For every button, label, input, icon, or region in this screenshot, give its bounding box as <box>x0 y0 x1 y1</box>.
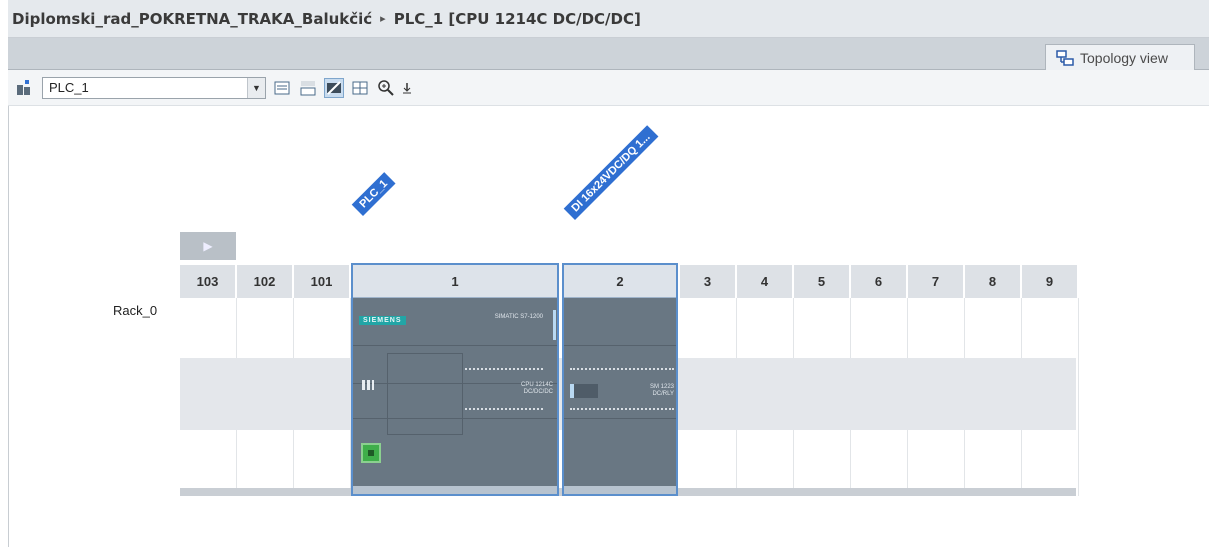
io-faceplate: SM 1223 DC/RLY <box>564 298 676 486</box>
breadcrumb-separator: ▸ <box>380 12 386 25</box>
plc-series-label: SIMATIC S7-1200 <box>494 314 543 320</box>
view-tab-strip: Topology view <box>8 38 1209 70</box>
slot-header-5[interactable]: 5 <box>794 265 851 298</box>
tab-topology-label: Topology view <box>1080 49 1168 66</box>
device-select[interactable]: PLC_1 ▼ <box>42 76 266 99</box>
properties-icon[interactable] <box>272 78 292 98</box>
device-select-value: PLC_1 <box>49 80 89 95</box>
slot-header-9[interactable]: 9 <box>1022 265 1079 298</box>
show-names-icon[interactable] <box>298 78 318 98</box>
plc-input-leds <box>465 368 543 371</box>
expand-rack-button[interactable]: ▶ <box>180 232 236 260</box>
slot-header-4[interactable]: 4 <box>737 265 794 298</box>
plc-memory-card-slot <box>387 353 463 435</box>
table-icon[interactable] <box>350 78 370 98</box>
slot-header-7[interactable]: 7 <box>908 265 965 298</box>
arrow-right-icon: ▶ <box>203 239 213 253</box>
plc-name-tag[interactable]: PLC_1 <box>351 171 396 216</box>
ethernet-port-icon <box>361 443 381 463</box>
module-plc[interactable]: 1 SIEMENS SIMATIC S7-1200 CPU 1214C DC/D… <box>351 263 559 496</box>
module-connector <box>553 310 556 340</box>
slot-header-3[interactable]: 3 <box>680 265 737 298</box>
tab-topology-view[interactable]: Topology view <box>1045 44 1195 70</box>
project-name: Diplomski_rad_POKRETNA_TRAKA_Balukčić <box>12 9 373 28</box>
chevron-down-icon[interactable]: ▼ <box>247 77 265 98</box>
title-bar: Diplomski_rad_POKRETNA_TRAKA_Balukčić ▸ … <box>8 0 1209 38</box>
plc-cpu-label: CPU 1214C DC/DC/DC <box>520 382 553 395</box>
show-graphics-icon[interactable] <box>324 77 344 98</box>
slot-header-101[interactable]: 101 <box>294 265 351 298</box>
more-down-icon[interactable] <box>402 78 412 98</box>
slot-header-102[interactable]: 102 <box>237 265 294 298</box>
io-module-label: SM 1223 DC/RLY <box>649 384 674 397</box>
slot-header-8[interactable]: 8 <box>965 265 1022 298</box>
slot-header-6[interactable]: 6 <box>851 265 908 298</box>
device-view: Diplomski_rad_POKRETNA_TRAKA_Balukčić ▸ … <box>0 0 1209 547</box>
plc-output-leds <box>465 408 543 411</box>
slot-header-103[interactable]: 103 <box>180 265 237 298</box>
module-io[interactable]: 2 SM 1223 DC/RLY <box>562 263 678 496</box>
zoom-icon[interactable] <box>376 78 396 98</box>
plc-status-leds-icon <box>362 380 374 390</box>
device-add-icon[interactable] <box>14 78 34 98</box>
canvas-left-edge <box>8 106 9 547</box>
device-name: PLC_1 [CPU 1214C DC/DC/DC] <box>393 9 641 28</box>
io-output-leds <box>570 408 674 411</box>
slot-header-1: 1 <box>353 265 557 298</box>
slot-header-2: 2 <box>564 265 676 298</box>
plc-faceplate: SIEMENS SIMATIC S7-1200 CPU 1214C DC/DC/… <box>353 298 557 486</box>
topology-icon <box>1056 49 1074 66</box>
io-name-tag[interactable]: DI 16x24VDC/DQ 1... <box>563 125 659 220</box>
device-toolbar: PLC_1 ▼ <box>8 70 1209 106</box>
io-input-leds <box>570 368 674 371</box>
rack-label: Rack_0 <box>113 303 158 318</box>
siemens-logo: SIEMENS <box>359 316 406 325</box>
